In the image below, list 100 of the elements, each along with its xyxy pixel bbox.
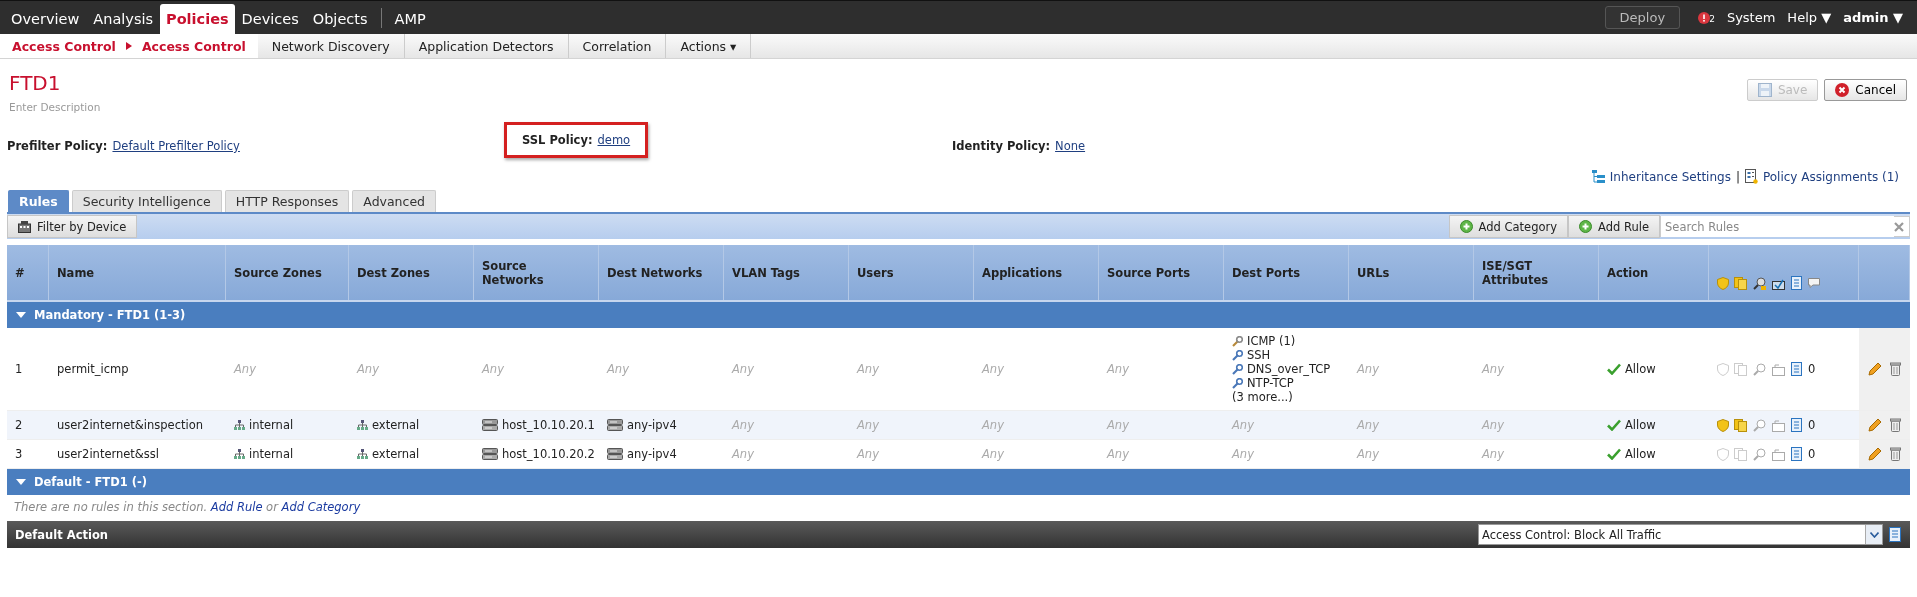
nav-tab[interactable]: Objects <box>305 4 375 34</box>
cell-value: ICMP (1) <box>1247 334 1296 348</box>
document-icon <box>1744 169 1758 184</box>
deploy-button[interactable]: Deploy <box>1604 6 1681 29</box>
plus-icon <box>1459 220 1473 233</box>
files-icon[interactable] <box>1734 362 1748 376</box>
nav-tab[interactable]: Overview <box>4 4 87 34</box>
nav-menu[interactable]: System <box>1726 10 1776 25</box>
arrow-icon <box>125 42 132 50</box>
filter-button[interactable]: Filter by Device <box>7 215 138 238</box>
document-icon[interactable] <box>1889 527 1902 542</box>
section-header[interactable]: Default - FTD1 (-) <box>7 469 1910 495</box>
trash-icon[interactable] <box>1890 362 1901 376</box>
document-icon[interactable] <box>1791 447 1803 461</box>
column-header: VLAN Tags <box>724 245 849 300</box>
save-icon <box>1757 83 1772 97</box>
toolbar-link[interactable]: Policy Assignments (1) <box>1762 169 1899 184</box>
policy-link[interactable]: None <box>1055 139 1086 153</box>
trash-icon[interactable] <box>1890 447 1901 461</box>
cancel-button[interactable]: Cancel <box>1824 79 1907 101</box>
add-rule-link[interactable]: Add Rule <box>210 500 263 514</box>
section-header[interactable]: Mandatory - FTD1 (1-3) <box>7 302 1910 328</box>
action-value: Allow <box>1625 362 1656 376</box>
building-icon <box>18 220 31 233</box>
comment-count: 0 <box>1808 362 1816 376</box>
add-button[interactable]: Add Rule <box>1568 215 1660 238</box>
default-action-dropdown[interactable]: Access Control: Block All Traffic <box>1478 524 1883 545</box>
cell-value: host_10.10.20.2 <box>502 447 595 461</box>
cell-value: SSH <box>1247 348 1271 362</box>
column-header: Source Networks <box>474 245 599 300</box>
rule-name: user2internet&inspection <box>56 417 205 434</box>
folder-icon[interactable] <box>1772 447 1786 461</box>
column-header: Users <box>849 245 974 300</box>
shield-icon[interactable] <box>1717 447 1729 461</box>
folder-icon[interactable] <box>1772 418 1786 432</box>
column-header: Source Zones <box>226 245 349 300</box>
any-value: Any <box>732 447 754 461</box>
any-value: Any <box>482 362 504 376</box>
any-value: Any <box>1232 418 1254 432</box>
column-header: Action <box>1599 245 1709 300</box>
comment-count: 0 <box>1808 447 1816 461</box>
tab[interactable]: HTTP Responses <box>224 190 350 212</box>
breadcrumb[interactable]: Access Control Access Control <box>0 34 258 58</box>
any-value: Any <box>234 362 256 376</box>
sub-nav-tab[interactable]: Network Discovery <box>257 34 405 58</box>
nav-tab[interactable]: Analysis <box>86 4 161 34</box>
cell-value: NTP-TCP <box>1247 376 1294 390</box>
nav-menu[interactable]: admin ▼ <box>1843 10 1903 25</box>
nav-tab[interactable]: Policies <box>160 4 235 34</box>
tab[interactable]: Advanced <box>352 190 437 212</box>
any-value: Any <box>1107 447 1129 461</box>
files-icon[interactable] <box>1734 447 1748 461</box>
clear-icon[interactable] <box>1894 221 1904 232</box>
any-value: Any <box>1357 362 1379 376</box>
more-link[interactable]: (3 more...) <box>1232 390 1293 404</box>
comment-count: 0 <box>1808 418 1816 432</box>
any-value: Any <box>857 418 879 432</box>
cell-value: any-ipv4 <box>627 447 677 461</box>
sub-nav-tab[interactable]: Correlation <box>568 34 667 58</box>
action-value: Allow <box>1625 418 1656 432</box>
sub-nav-tab[interactable]: Application Detectors <box>404 34 569 58</box>
cell-value: external <box>372 418 420 432</box>
close-icon <box>1835 83 1850 97</box>
nav-tab[interactable]: AMP <box>387 4 433 34</box>
pencil-icon[interactable] <box>1868 418 1882 432</box>
nav-tab[interactable]: Devices <box>234 4 306 34</box>
sub-nav-tab[interactable]: Actions ▾ <box>666 34 752 58</box>
document-icon[interactable] <box>1791 362 1803 376</box>
tab[interactable]: Security Intelligence <box>71 190 222 212</box>
zone-icon <box>357 449 368 459</box>
column-header: Applications <box>974 245 1099 300</box>
add-button[interactable]: Add Category <box>1448 215 1569 238</box>
any-value: Any <box>1232 447 1254 461</box>
files-icon[interactable] <box>1734 418 1748 432</box>
pencil-icon[interactable] <box>1868 447 1882 461</box>
trash-icon[interactable] <box>1890 418 1901 432</box>
shield-icon[interactable] <box>1717 418 1729 432</box>
policy-title: FTD1 <box>9 71 62 95</box>
add-category-link[interactable]: Add Category <box>281 500 361 514</box>
cell-value: DNS_over_TCP <box>1247 362 1331 376</box>
server-icon <box>482 448 498 460</box>
column-header: Dest Zones <box>349 245 474 300</box>
pencil-icon[interactable] <box>1868 362 1882 376</box>
separator: | <box>1735 169 1740 184</box>
document-icon[interactable] <box>1791 418 1803 432</box>
any-value: Any <box>1107 362 1129 376</box>
policy-link[interactable]: demo <box>597 133 631 147</box>
any-value: Any <box>357 362 379 376</box>
server-icon <box>607 419 623 431</box>
nav-menu[interactable]: Help ▼ <box>1787 10 1832 25</box>
action-value: Allow <box>1625 447 1656 461</box>
toolbar-link[interactable]: Inheritance Settings <box>1609 169 1731 184</box>
any-value: Any <box>607 362 629 376</box>
folder-icon[interactable] <box>1772 362 1786 376</box>
policy-label: SSL Policy: <box>522 133 593 147</box>
any-value: Any <box>732 362 754 376</box>
shield-icon[interactable] <box>1717 362 1729 376</box>
policy-link[interactable]: Default Prefilter Policy <box>112 139 240 153</box>
tab[interactable]: Rules <box>8 190 69 212</box>
rule-name: user2internet&ssl <box>56 446 160 463</box>
